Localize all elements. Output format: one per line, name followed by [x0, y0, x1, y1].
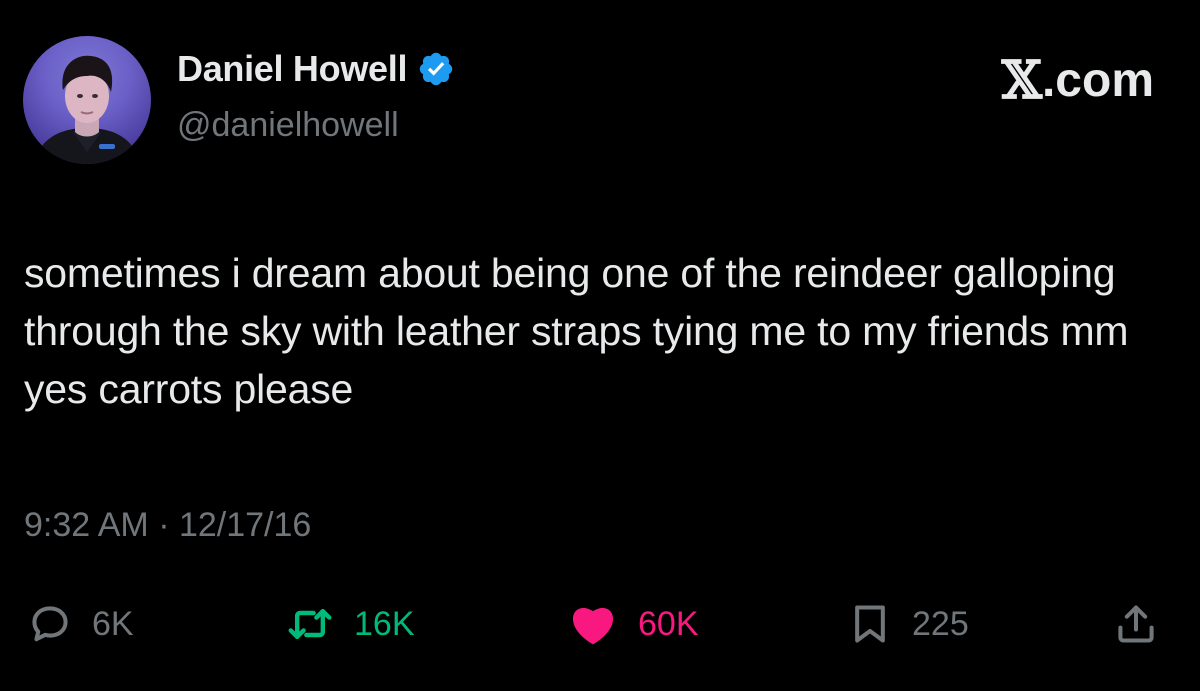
retweet-button[interactable]: 16K — [286, 596, 415, 652]
avatar[interactable] — [23, 36, 151, 164]
author-handle[interactable]: @danielhowell — [177, 106, 399, 145]
verified-badge-icon — [419, 52, 453, 86]
tweet-text: sometimes i dream about being one of the… — [24, 250, 1129, 412]
bookmark-icon — [855, 605, 885, 643]
retweet-count: 16K — [354, 604, 415, 643]
like-count: 60K — [638, 604, 699, 643]
tweet-timestamp[interactable]: 9:32 AM · 12/17/16 — [24, 506, 311, 545]
share-button[interactable] — [1114, 596, 1158, 652]
brand-logo: 𝕏 .com — [1002, 50, 1154, 111]
bookmark-button[interactable]: 225 — [848, 596, 969, 652]
bookmark-count: 225 — [912, 604, 969, 643]
share-icon — [1118, 605, 1154, 643]
author-name-row[interactable]: Daniel Howell — [177, 48, 455, 90]
retweet-icon — [288, 608, 332, 640]
reply-count: 6K — [92, 604, 134, 643]
reply-button[interactable]: 6K — [28, 596, 134, 652]
brand-domain-label: .com — [1041, 54, 1154, 107]
reply-icon — [32, 606, 68, 642]
like-button[interactable]: 60K — [568, 596, 699, 652]
x-logo-icon: 𝕏 — [1001, 50, 1042, 111]
heart-icon — [572, 608, 614, 645]
avatar-image — [33, 55, 141, 164]
tweet-actions-bar: 6K 16K 60K 225 — [0, 596, 1200, 652]
author-display-name[interactable]: Daniel Howell — [177, 48, 407, 90]
